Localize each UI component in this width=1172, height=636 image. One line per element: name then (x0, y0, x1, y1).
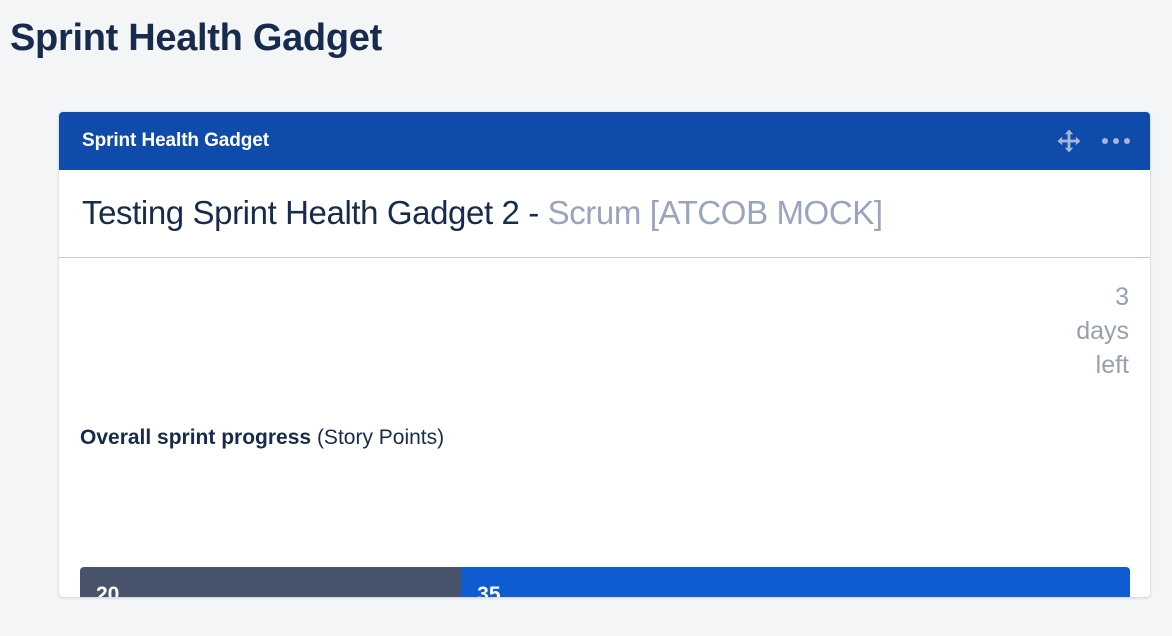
progress-label: Overall sprint progress (Story Points) (80, 426, 444, 450)
sprint-separator: - (519, 194, 548, 231)
move-icon[interactable] (1056, 128, 1082, 154)
page-title: Sprint Health Gadget (10, 17, 382, 59)
days-left-label: 3 days left (1076, 283, 1129, 380)
progress-label-unit: (Story Points) (316, 426, 445, 450)
progress-remaining-value: 35 (477, 583, 501, 598)
progress-label-main: Overall sprint progress (80, 426, 312, 450)
sprint-title: Testing Sprint Health Gadget 2 - Scrum [… (82, 192, 1124, 233)
sprint-health-gadget-card: Sprint Health Gadget Testing Sprint Heal… (59, 112, 1150, 598)
progress-segment-remaining[interactable]: 35 (461, 567, 1130, 598)
more-dot (1102, 138, 1108, 144)
gadget-header-actions (1056, 128, 1132, 154)
gadget-header: Sprint Health Gadget (59, 112, 1150, 170)
sprint-board-name: Scrum [ATCOB MOCK] (547, 194, 883, 231)
more-options-icon[interactable] (1100, 128, 1132, 154)
sprint-title-row: Testing Sprint Health Gadget 2 - Scrum [… (59, 170, 1150, 259)
gadget-header-title: Sprint Health Gadget (82, 130, 269, 151)
gadget-body: 3 days left Overall sprint progress (Sto… (59, 258, 1150, 598)
progress-completed-value: 20 (96, 583, 120, 598)
progress-segment-completed[interactable]: 20 (80, 567, 462, 598)
more-dot (1124, 138, 1130, 144)
sprint-name: Testing Sprint Health Gadget 2 (82, 194, 520, 231)
sprint-progress-bar[interactable]: 20 35 (80, 567, 1130, 598)
more-dot (1113, 138, 1119, 144)
